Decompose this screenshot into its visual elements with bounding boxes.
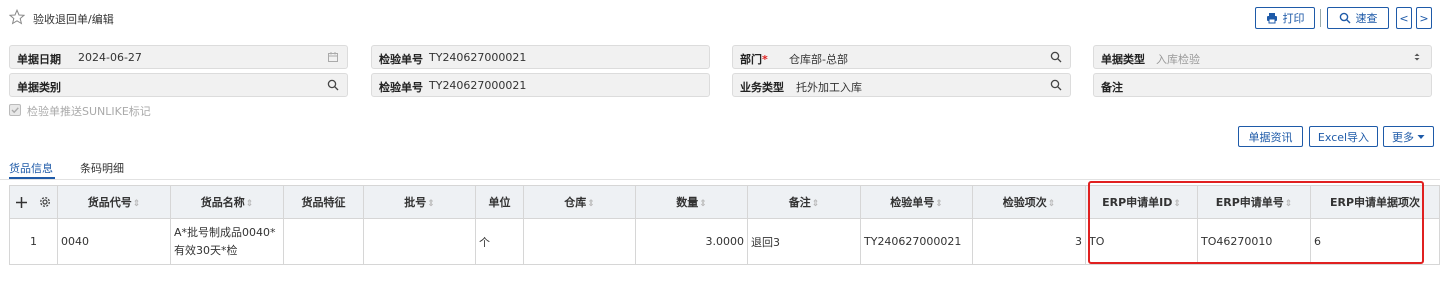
inspect-no-label-2: 检验单号 — [379, 81, 423, 94]
remark-field[interactable]: 备注 — [1093, 73, 1432, 97]
excel-import-label: Excel导入 — [1317, 130, 1370, 144]
col-header-unit: 单位 — [475, 185, 524, 219]
caret-down-icon — [1417, 134, 1425, 139]
cell-inspect-no[interactable]: TY240627000021 — [860, 218, 973, 265]
prev-record-button[interactable]: < — [1396, 7, 1412, 29]
department-field[interactable]: 部门* 仓库部-总部 — [732, 45, 1071, 69]
cell-erp-req-no[interactable]: TO46270010 — [1197, 218, 1311, 265]
sort-icon[interactable]: ⇕ — [587, 199, 595, 209]
more-label: 更多 — [1392, 130, 1414, 144]
sort-icon[interactable]: ⇕ — [699, 199, 707, 209]
add-icon[interactable] — [15, 196, 28, 209]
required-mark: * — [762, 53, 768, 66]
tab-goods-info[interactable]: 货品信息 — [9, 160, 53, 176]
doc-type-label: 单据类型 — [1101, 53, 1145, 66]
sort-icon[interactable]: ⇕ — [1048, 199, 1056, 209]
sort-icon[interactable]: ⇕ — [133, 199, 141, 209]
col-header-inspect-seq[interactable]: 检验项次⇕ — [972, 185, 1086, 219]
chevron-right-icon: > — [1419, 11, 1429, 25]
row-index: 1 — [9, 218, 58, 265]
cell-erp-req-seq[interactable]: 6 — [1310, 218, 1440, 265]
toolbar-divider — [1320, 9, 1321, 27]
sort-icon[interactable]: ⇕ — [1173, 199, 1181, 209]
business-type-value: 托外加工入库 — [796, 81, 862, 94]
cell-batch[interactable] — [363, 218, 476, 265]
inspect-no-value-1: TY240627000021 — [429, 51, 527, 64]
business-type-label: 业务类型 — [740, 81, 784, 94]
printer-icon — [1266, 13, 1277, 24]
cell-erp-req-id[interactable]: TO — [1085, 218, 1198, 265]
title-bar: 验收退回单/编辑 打印 速查 < > — [0, 0, 1440, 36]
gear-icon[interactable] — [38, 195, 52, 209]
col-header-erp-req-id[interactable]: ERP申请单ID⇕ — [1085, 185, 1198, 219]
col-header-erp-req-seq: ERP申请单据项次 — [1310, 185, 1440, 219]
page-title: 验收退回单/编辑 — [33, 13, 114, 26]
doc-category-label: 单据类别 — [17, 81, 61, 94]
sort-icon[interactable]: ⇕ — [1285, 199, 1293, 209]
table-row[interactable]: 1 0040 A*批号制成品0040* 有效30天*检 个 3.0000 退回3 … — [9, 218, 1440, 265]
table-header-row: 货品代号⇕ 货品名称⇕ 货品特征 批号⇕ 单位 仓库⇕ 数量⇕ 备注⇕ 检验单号… — [9, 185, 1440, 219]
col-header-feature: 货品特征 — [283, 185, 364, 219]
doc-date-label: 单据日期 — [17, 53, 61, 66]
search-icon[interactable] — [1050, 51, 1062, 63]
sort-icon[interactable]: ⇕ — [935, 199, 943, 209]
department-value: 仓库部-总部 — [789, 53, 848, 66]
checkmark-icon — [11, 107, 19, 114]
cell-item-code[interactable]: 0040 — [57, 218, 171, 265]
cell-item-name[interactable]: A*批号制成品0040* 有效30天*检 — [170, 218, 284, 265]
col-header-item-code[interactable]: 货品代号⇕ — [57, 185, 171, 219]
sunlike-checkbox[interactable] — [9, 104, 21, 116]
col-header-remark[interactable]: 备注⇕ — [747, 185, 861, 219]
next-record-button[interactable]: > — [1416, 7, 1432, 29]
search-icon[interactable] — [327, 79, 339, 91]
calendar-icon[interactable] — [327, 51, 339, 63]
star-icon[interactable] — [9, 9, 25, 25]
print-label: 打印 — [1282, 12, 1305, 25]
col-header-inspect-no[interactable]: 检验单号⇕ — [860, 185, 973, 219]
inspect-no-field-1[interactable]: 检验单号 TY240627000021 — [371, 45, 710, 69]
cell-unit[interactable]: 个 — [475, 218, 524, 265]
department-label: 部门* — [740, 53, 768, 66]
cell-warehouse[interactable] — [523, 218, 636, 265]
cell-remark[interactable]: 退回3 — [747, 218, 861, 265]
tab-barcode-detail[interactable]: 条码明细 — [80, 160, 124, 176]
sort-icon[interactable]: ⇕ — [812, 199, 820, 209]
select-arrows-icon — [1414, 53, 1420, 61]
sort-icon[interactable]: ⇕ — [246, 199, 254, 209]
col-header-quantity[interactable]: 数量⇕ — [635, 185, 748, 219]
inspect-no-field-2[interactable]: 检验单号 TY240627000021 — [371, 73, 710, 97]
print-button[interactable]: 打印 — [1255, 7, 1315, 29]
doc-info-button[interactable]: 单据资讯 — [1238, 126, 1303, 147]
quick-search-button[interactable]: 速查 — [1327, 7, 1389, 29]
goods-table: 货品代号⇕ 货品名称⇕ 货品特征 批号⇕ 单位 仓库⇕ 数量⇕ 备注⇕ 检验单号… — [9, 185, 1440, 265]
cell-feature[interactable] — [283, 218, 364, 265]
col-header-item-name[interactable]: 货品名称⇕ — [170, 185, 284, 219]
col-header-erp-req-no[interactable]: ERP申请单号⇕ — [1197, 185, 1311, 219]
doc-date-value: 2024-06-27 — [78, 51, 142, 64]
doc-info-label: 单据资讯 — [1248, 130, 1293, 144]
cell-inspect-seq[interactable]: 3 — [972, 218, 1086, 265]
quick-search-label: 速查 — [1355, 12, 1378, 25]
cell-quantity[interactable]: 3.0000 — [635, 218, 748, 265]
tab-divider — [0, 179, 1440, 180]
col-header-batch[interactable]: 批号⇕ — [363, 185, 476, 219]
excel-import-button[interactable]: Excel导入 — [1309, 126, 1378, 147]
sort-icon[interactable]: ⇕ — [427, 199, 435, 209]
search-icon[interactable] — [1050, 79, 1062, 91]
more-button[interactable]: 更多 — [1383, 126, 1434, 147]
doc-date-field[interactable]: 单据日期 2024-06-27 — [9, 45, 348, 69]
inspect-no-label-1: 检验单号 — [379, 53, 423, 66]
doc-type-placeholder: 入库检验 — [1156, 53, 1200, 66]
business-type-field[interactable]: 业务类型 托外加工入库 — [732, 73, 1071, 97]
grid-controls-cell — [9, 185, 58, 219]
doc-category-field[interactable]: 单据类别 — [9, 73, 348, 97]
chevron-left-icon: < — [1399, 11, 1409, 25]
doc-type-select[interactable]: 单据类型 入库检验 — [1093, 45, 1432, 69]
col-header-warehouse[interactable]: 仓库⇕ — [523, 185, 636, 219]
search-icon — [1339, 12, 1350, 24]
inspect-no-value-2: TY240627000021 — [429, 79, 527, 92]
sunlike-checkbox-label: 检验单推送SUNLIKE标记 — [27, 105, 151, 118]
remark-label: 备注 — [1101, 81, 1123, 94]
